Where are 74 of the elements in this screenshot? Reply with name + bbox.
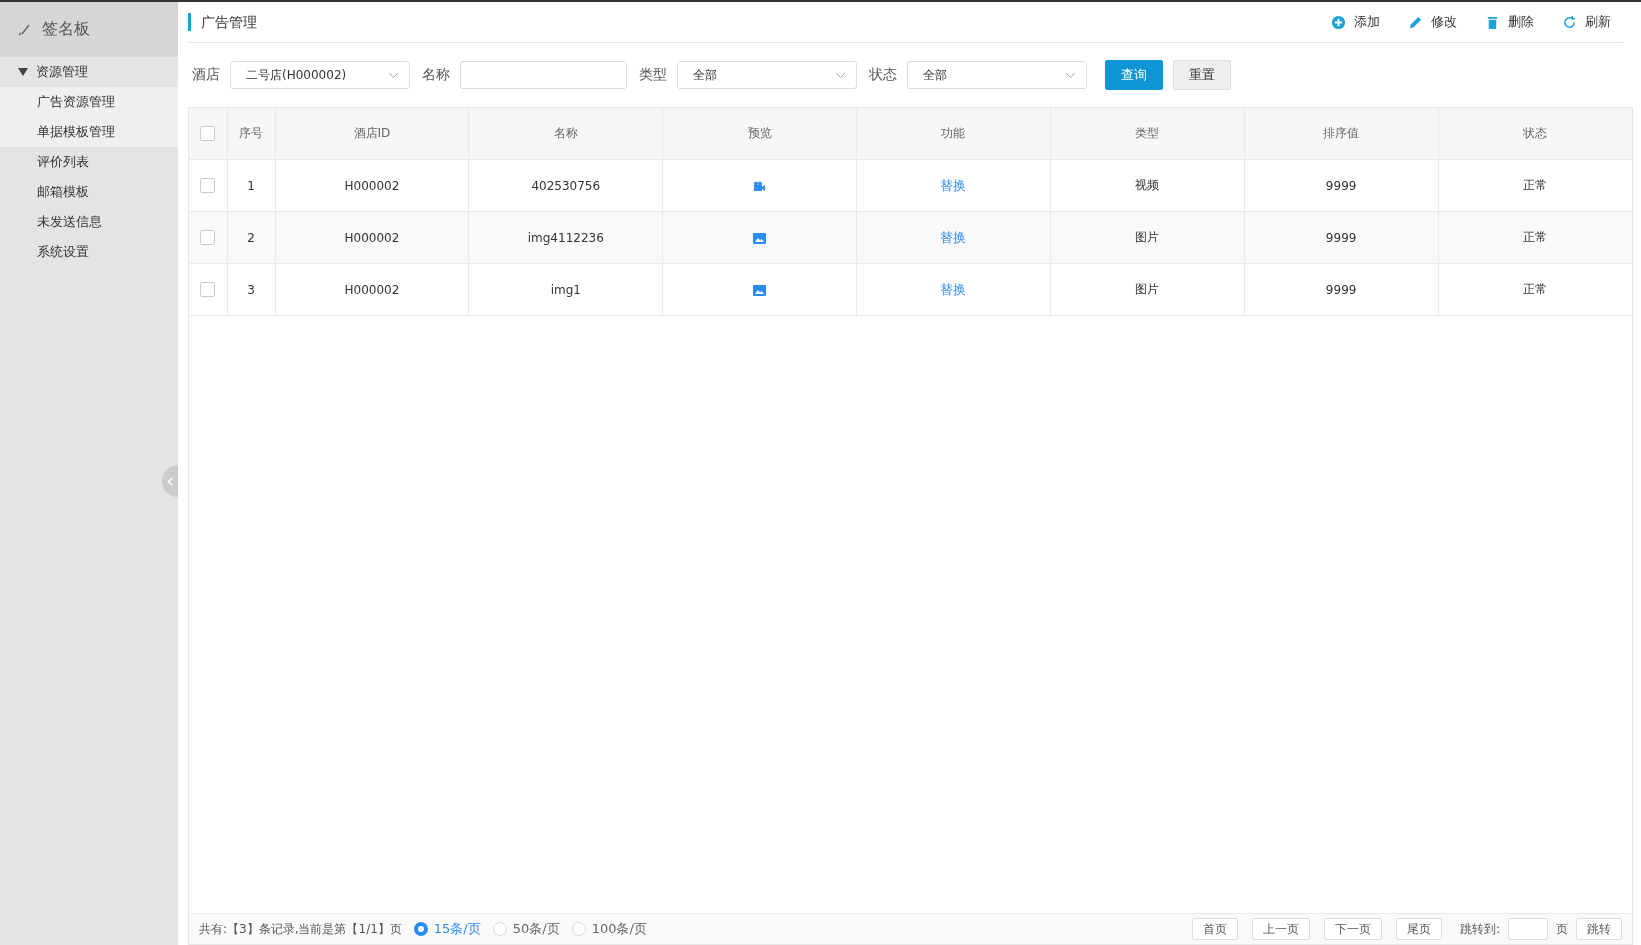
chevron-down-icon (1065, 71, 1076, 79)
jump-button[interactable]: 跳转 (1576, 918, 1622, 940)
table-cell: 3 (227, 263, 275, 316)
filter-dropdown[interactable]: 二号店(H000002) (230, 61, 410, 89)
caret-icon (18, 68, 28, 76)
sidebar-item[interactable]: 评价列表 (0, 147, 178, 177)
sidebar-item[interactable]: 广告资源管理 (0, 87, 178, 117)
pager-button[interactable]: 上一页 (1251, 918, 1310, 940)
checkbox[interactable] (200, 178, 216, 193)
table-cell: 图片 (1050, 211, 1245, 264)
column-header: 排序值 (1244, 108, 1439, 160)
pager-button[interactable]: 首页 (1191, 918, 1238, 940)
page-size-option[interactable]: 50条/页 (492, 920, 560, 938)
table-cell: 视频 (1050, 159, 1245, 212)
filter-dropdown[interactable]: 全部 (907, 61, 1087, 89)
input-field[interactable] (460, 61, 627, 89)
brand-name: 签名板 (42, 19, 90, 40)
table-cell: 9999 (1244, 211, 1439, 264)
toolbar-button[interactable]: 刷新 (1562, 13, 1611, 31)
jump-label: 跳转到: (1459, 920, 1500, 938)
column-header: 酒店ID (275, 108, 469, 160)
toolbar-button[interactable]: 删除 (1485, 13, 1534, 31)
column-header: 序号 (227, 108, 275, 160)
checkbox[interactable] (200, 230, 216, 245)
filter-dropdown[interactable]: 全部 (677, 61, 857, 89)
plus-circle-icon (1331, 14, 1346, 30)
column-header: 状态 (1438, 108, 1632, 160)
chevron-down-icon (835, 71, 846, 79)
table-cell: H000002 (275, 211, 469, 264)
image-icon[interactable] (753, 284, 767, 296)
pager-button[interactable]: 尾页 (1395, 918, 1442, 940)
refresh-icon (1562, 14, 1577, 30)
pen-icon (18, 23, 30, 36)
column-header: 功能 (856, 108, 1051, 160)
page-size-option[interactable]: 100条/页 (571, 920, 647, 938)
pager-button[interactable]: 下一页 (1323, 918, 1382, 940)
table-cell: 正常 (1438, 211, 1632, 264)
filter-label: 名称 (422, 66, 450, 84)
pencil-icon (1408, 14, 1423, 30)
page-input[interactable] (1508, 918, 1548, 940)
filter-label: 类型 (639, 66, 667, 84)
page-unit: 页 (1556, 920, 1568, 938)
table-cell: 9999 (1244, 263, 1439, 316)
sidebar-item[interactable]: 邮箱模板 (0, 177, 178, 207)
table-cell: img1 (468, 263, 663, 316)
table-cell: 图片 (1050, 263, 1245, 316)
replace-link[interactable]: 替换 (940, 281, 967, 297)
table-cell: H000002 (275, 159, 469, 212)
sidebar-item[interactable]: 未发送信息 (0, 207, 178, 237)
video-camera-icon[interactable] (753, 180, 767, 192)
toolbar-button[interactable]: 修改 (1408, 13, 1457, 31)
table-cell: 1 (227, 159, 275, 212)
sidebar-item[interactable]: 系统设置 (0, 237, 178, 267)
checkbox[interactable] (200, 126, 216, 141)
replace-link[interactable]: 替换 (940, 177, 967, 193)
toolbar-button[interactable]: 添加 (1331, 13, 1380, 31)
table-cell: 402530756 (468, 159, 663, 212)
table-cell: 2 (227, 211, 275, 264)
column-header: 预览 (662, 108, 857, 160)
chevron-left-icon (167, 476, 173, 486)
record-summary: 共有:【3】条记录,当前是第【1/1】页 (199, 920, 402, 938)
column-header: 名称 (468, 108, 663, 160)
checkbox[interactable] (200, 282, 216, 297)
table-cell: H000002 (275, 263, 469, 316)
sidebar-item[interactable]: 单据模板管理 (0, 117, 178, 147)
filter-label: 状态 (869, 66, 897, 84)
filter-label: 酒店 (192, 66, 220, 84)
image-icon[interactable] (753, 232, 767, 244)
trash-icon (1485, 14, 1500, 30)
chevron-down-icon (388, 71, 399, 79)
table-cell: 9999 (1244, 159, 1439, 212)
column-header: 类型 (1050, 108, 1245, 160)
table-cell: img4112236 (468, 211, 663, 264)
reset-button[interactable]: 重置 (1173, 60, 1231, 90)
